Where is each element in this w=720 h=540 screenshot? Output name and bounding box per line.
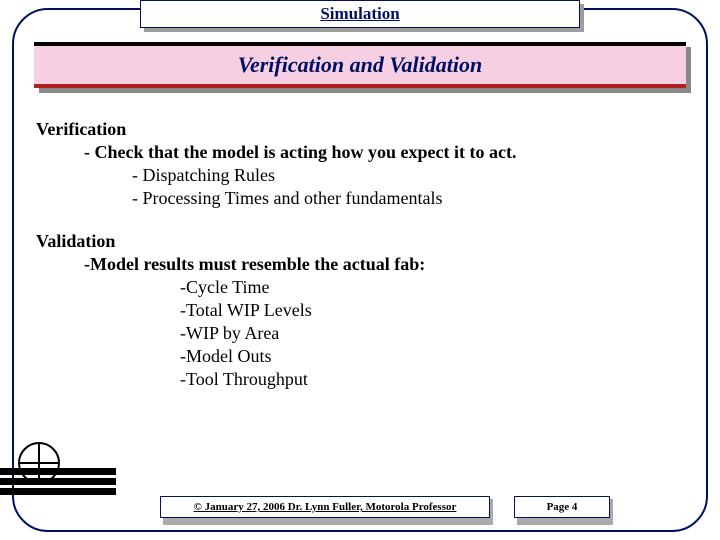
validation-item: -Total WIP Levels [36, 299, 684, 322]
slide: Simulation Verification and Validation V… [0, 0, 720, 540]
title-text: Verification and Validation [238, 52, 483, 78]
logo-icon [0, 452, 116, 518]
validation-desc: -Model results must resemble the actual … [36, 253, 684, 276]
verification-desc: - Check that the model is acting how you… [36, 141, 684, 164]
spacer [36, 210, 684, 230]
header-title: Simulation [320, 4, 399, 24]
validation-heading: Validation [36, 230, 684, 253]
footer: © January 27, 2006 Dr. Lynn Fuller, Moto… [160, 496, 680, 522]
validation-item: -Cycle Time [36, 276, 684, 299]
header-box-inner: Simulation [140, 0, 580, 28]
validation-item: -Tool Throughput [36, 368, 684, 391]
body-text: Verification - Check that the model is a… [36, 118, 684, 391]
footer-page: Page 4 [514, 496, 610, 518]
footer-page-box: Page 4 [514, 496, 610, 522]
verification-item: - Dispatching Rules [36, 164, 684, 187]
footer-copyright-box: © January 27, 2006 Dr. Lynn Fuller, Moto… [160, 496, 490, 522]
title-bar: Verification and Validation [34, 42, 686, 88]
footer-copyright: © January 27, 2006 Dr. Lynn Fuller, Moto… [160, 496, 490, 518]
title-box: Verification and Validation [34, 42, 686, 88]
verification-item: - Processing Times and other fundamental… [36, 187, 684, 210]
validation-item: -Model Outs [36, 345, 684, 368]
validation-item: -WIP by Area [36, 322, 684, 345]
verification-heading: Verification [36, 118, 684, 141]
header-box: Simulation [140, 0, 580, 28]
